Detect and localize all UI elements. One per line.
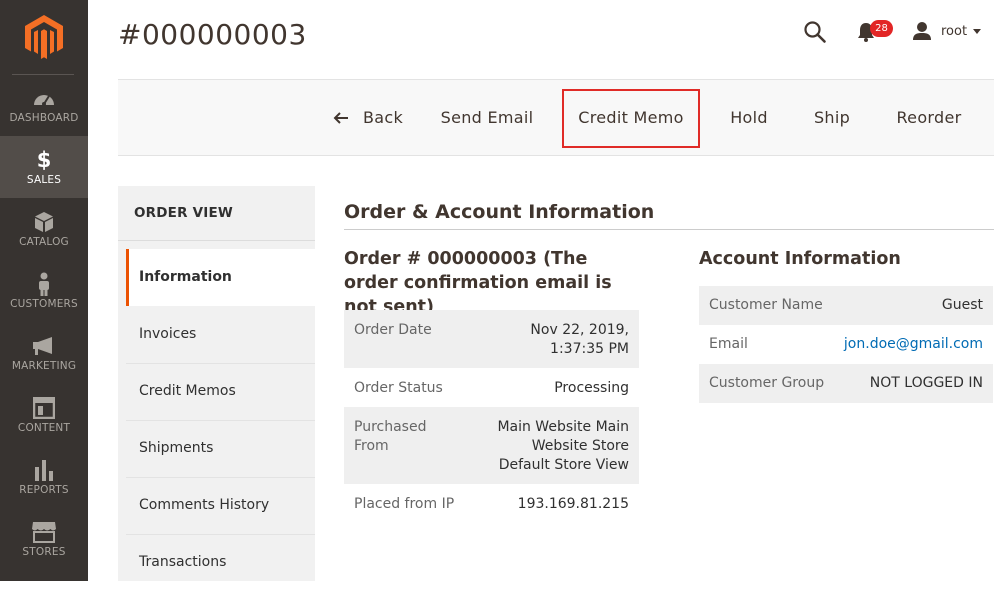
- ship-button[interactable]: Ship: [798, 80, 866, 155]
- nav-label: CATALOG: [19, 236, 69, 248]
- chevron-down-icon: [973, 28, 982, 34]
- nav-label: REPORTS: [19, 484, 69, 496]
- customer-name-row: Customer Name Guest: [699, 286, 993, 325]
- customer-group-value: NOT LOGGED IN: [869, 375, 983, 391]
- nav-stores[interactable]: STORES: [0, 508, 88, 570]
- highlight-box: [562, 89, 700, 148]
- reorder-button[interactable]: Reorder: [884, 80, 974, 155]
- customer-name-label: Customer Name: [709, 297, 823, 313]
- tab-comments-history[interactable]: Comments History: [126, 477, 315, 534]
- order-title: Order # 000000003 (The order confirmatio…: [344, 249, 612, 317]
- notifications-badge[interactable]: 28: [870, 20, 893, 37]
- customer-group-row: Customer Group NOT LOGGED IN: [699, 364, 993, 403]
- tab-credit-memos[interactable]: Credit Memos: [126, 363, 315, 420]
- page-actions-toolbar: Back Send Email Credit Memo Hold Ship Re…: [118, 79, 994, 156]
- order-date-row: Order Date Nov 22, 2019, 1:37:35 PM: [344, 310, 639, 368]
- ship-label: Ship: [813, 108, 851, 127]
- nav-label: MARKETING: [11, 360, 77, 372]
- nav-label: SALES: [26, 174, 62, 186]
- tabs-title: ORDER VIEW: [118, 186, 315, 241]
- person-icon: [0, 272, 88, 296]
- store-icon: [0, 520, 88, 544]
- tabs-title-label: ORDER VIEW: [134, 205, 233, 221]
- reorder-label: Reorder: [896, 108, 962, 127]
- tab-label: Shipments: [139, 440, 214, 456]
- user-menu[interactable]: root: [912, 19, 982, 43]
- nav-catalog[interactable]: CATALOG: [0, 198, 88, 260]
- back-button[interactable]: Back: [324, 80, 412, 155]
- nav-label: CUSTOMERS: [10, 298, 78, 310]
- nav-label: STORES: [22, 546, 66, 558]
- placed-from-ip-row: Placed from IP 193.169.81.215: [344, 484, 639, 523]
- account-info-title: Account Information: [699, 249, 901, 269]
- user-icon: [913, 22, 931, 40]
- nav-customers[interactable]: CUSTOMERS: [0, 260, 88, 322]
- placed-from-ip-label: Placed from IP: [354, 496, 455, 512]
- search-icon[interactable]: [803, 20, 827, 44]
- email-label: Email: [709, 336, 748, 352]
- dollar-icon: $: [36, 148, 52, 172]
- tab-shipments[interactable]: Shipments: [126, 420, 315, 477]
- purchased-from-value: Main Website Main Website Store Default …: [497, 419, 629, 473]
- bar-chart-icon: [0, 458, 88, 482]
- magento-logo-icon[interactable]: [24, 15, 64, 59]
- customer-group-label: Customer Group: [709, 375, 825, 391]
- tab-transactions[interactable]: Transactions: [126, 534, 315, 591]
- send-email-label: Send Email: [440, 108, 534, 127]
- order-date-value: Nov 22, 2019, 1:37:35 PM: [530, 322, 629, 357]
- hold-button[interactable]: Hold: [712, 80, 786, 155]
- order-date-label: Order Date: [354, 322, 432, 338]
- order-status-value: Processing: [554, 380, 629, 396]
- tab-label: Information: [139, 269, 232, 285]
- nav-label: DASHBOARD: [9, 112, 79, 124]
- tab-information[interactable]: Information: [126, 249, 315, 306]
- box-icon: [0, 210, 88, 234]
- tab-invoices[interactable]: Invoices: [126, 306, 315, 363]
- email-row: Email jon.doe@gmail.com: [699, 325, 993, 364]
- user-name: root: [941, 23, 968, 39]
- page-title: #000000003: [118, 18, 307, 51]
- order-status-label: Order Status: [354, 380, 443, 396]
- order-view-tabs: ORDER VIEW Information Invoices Credit M…: [118, 186, 315, 581]
- dashboard-icon: [0, 86, 88, 110]
- customer-name-value: Guest: [941, 297, 983, 313]
- nav-sales[interactable]: $ SALES: [0, 136, 88, 198]
- purchased-from-row: Purchased From Main Website Main Website…: [344, 407, 639, 484]
- tab-label: Transactions: [139, 554, 227, 570]
- account-info-table: Customer Name Guest Email jon.doe@gmail.…: [699, 286, 993, 403]
- placed-from-ip-value: 193.169.81.215: [517, 496, 629, 512]
- purchased-from-label: Purchased From: [354, 419, 427, 454]
- section-title: Order & Account Information: [344, 201, 655, 223]
- nav-label: CONTENT: [17, 422, 71, 434]
- nav-content[interactable]: CONTENT: [0, 384, 88, 446]
- back-label: Back: [362, 108, 404, 127]
- hold-label: Hold: [730, 108, 768, 127]
- email-link[interactable]: jon.doe@gmail.com: [844, 336, 983, 352]
- send-email-button[interactable]: Send Email: [430, 80, 544, 155]
- megaphone-icon: [0, 334, 88, 358]
- arrow-left-icon: [333, 111, 348, 124]
- section-divider: [344, 229, 994, 230]
- tab-label: Invoices: [139, 326, 197, 342]
- admin-sidebar: DASHBOARD $ SALES CATALOG CUSTOMERS MARK…: [0, 0, 88, 581]
- nav-dashboard[interactable]: DASHBOARD: [0, 74, 88, 136]
- tab-label: Credit Memos: [139, 383, 236, 399]
- nav-reports[interactable]: REPORTS: [0, 446, 88, 508]
- nav-marketing[interactable]: MARKETING: [0, 322, 88, 384]
- order-status-row: Order Status Processing: [344, 368, 639, 407]
- order-info-table: Order Date Nov 22, 2019, 1:37:35 PM Orde…: [344, 310, 639, 523]
- layout-icon: [0, 396, 88, 420]
- tab-label: Comments History: [139, 497, 270, 513]
